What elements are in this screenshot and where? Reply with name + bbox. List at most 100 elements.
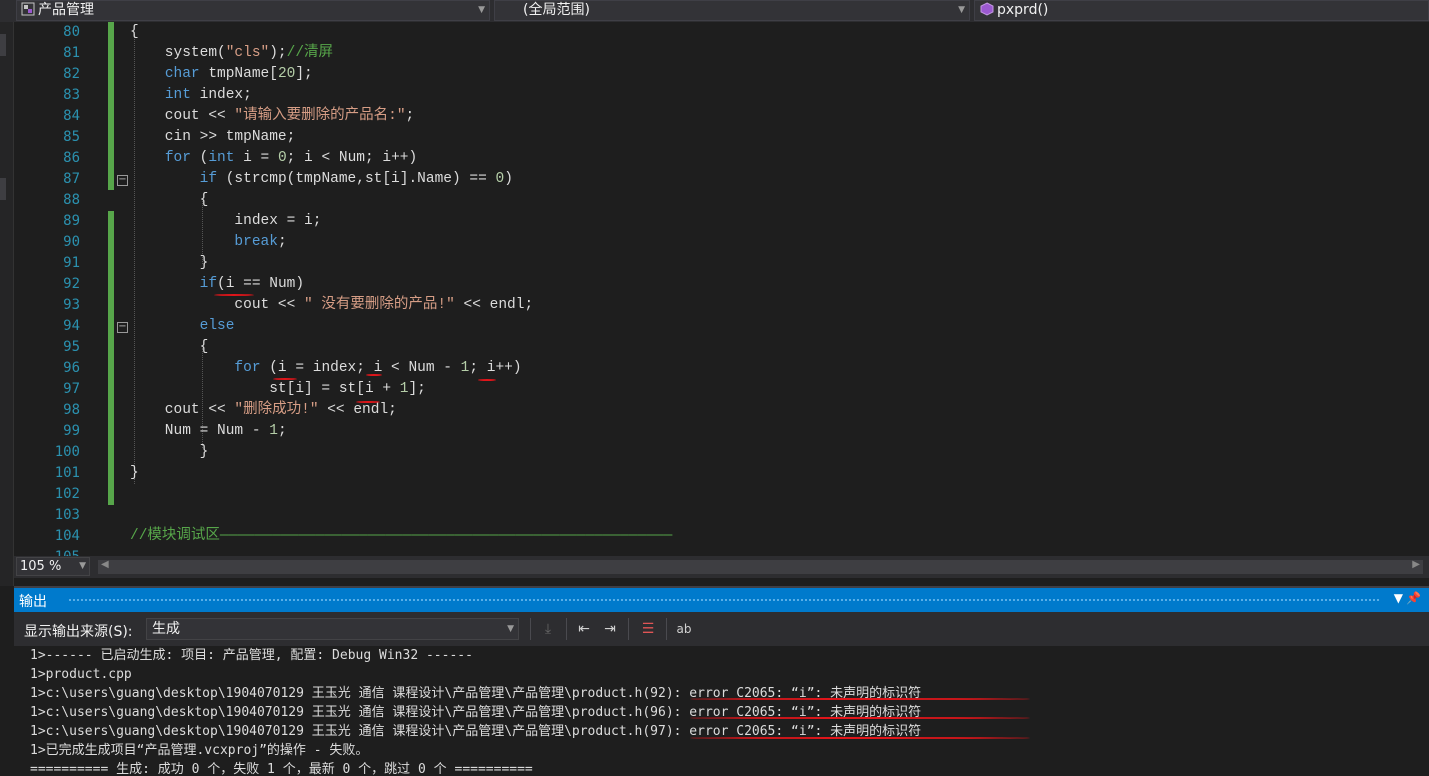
line-number: 86	[63, 150, 80, 166]
code-line[interactable]: 84 cout << "请输入要删除的产品名:";	[14, 106, 1429, 127]
zoom-value: 105 %	[20, 559, 62, 574]
code-text: }	[130, 444, 209, 460]
line-number: 81	[63, 45, 80, 61]
red-underline-mark	[366, 374, 382, 376]
code-line[interactable]: 83 int index;	[14, 85, 1429, 106]
red-underline-mark	[690, 717, 1030, 719]
pin-icon[interactable]: 📌	[1406, 591, 1421, 605]
chevron-down-icon: ▼	[478, 5, 485, 15]
output-line: 1>c:\users\guang\desktop\1904070129 王玉光 …	[30, 686, 922, 701]
code-line[interactable]: 103	[14, 505, 1429, 526]
code-line[interactable]: 80 {	[14, 22, 1429, 43]
scope-name: (全局范围)	[523, 2, 590, 18]
project-name: 产品管理	[38, 2, 94, 18]
line-number: 88	[63, 192, 80, 208]
code-text: if(i == Num)	[199, 276, 305, 292]
code-line[interactable]: 101}	[14, 463, 1429, 484]
code-line[interactable]: 92 if(i == Num)	[14, 274, 1429, 295]
code-text: char tmpName[20];	[164, 66, 313, 82]
previous-message-icon[interactable]: ⇤	[575, 620, 593, 638]
line-number: 80	[63, 24, 80, 40]
output-source-value: 生成	[152, 621, 180, 637]
code-text: }	[130, 465, 139, 481]
zoom-dropdown[interactable]: 105 % ▼	[16, 557, 90, 576]
output-text-area[interactable]: 1>------ 已启动生成: 项目: 产品管理, 配置: Debug Win3…	[14, 646, 1429, 776]
clear-all-icon[interactable]: ☰	[639, 620, 657, 638]
code-line[interactable]: 99 Num = Num - 1;	[14, 421, 1429, 442]
chevron-down-icon: ▼	[958, 5, 965, 15]
red-underline-mark	[690, 737, 1030, 739]
code-text: {	[130, 24, 139, 40]
chevron-down-icon[interactable]: ▼	[507, 619, 514, 639]
line-number: 104	[54, 528, 80, 544]
output-line: 1>c:\users\guang\desktop\1904070129 王玉光 …	[30, 705, 922, 720]
line-number: 90	[63, 234, 80, 250]
output-line: 1>product.cpp	[30, 667, 132, 682]
member-dropdown[interactable]: pxprd()	[974, 0, 1429, 21]
line-number: 98	[63, 402, 80, 418]
line-number: 85	[63, 129, 80, 145]
code-line[interactable]: 105	[14, 547, 1429, 556]
output-line: ========== 生成: 成功 0 个，失败 1 个，最新 0 个，跳过 0…	[30, 762, 533, 776]
code-line[interactable]: 102	[14, 484, 1429, 505]
panel-menu-icon[interactable]: ▼	[1394, 591, 1403, 605]
member-name: pxprd()	[997, 2, 1049, 18]
code-text: //模块调试区—————————————————————————————————…	[130, 528, 673, 544]
red-underline-mark	[273, 378, 297, 380]
scroll-left-icon[interactable]: ◀	[101, 559, 109, 570]
output-line: 1>------ 已启动生成: 项目: 产品管理, 配置: Debug Win3…	[30, 648, 473, 663]
code-text: }	[130, 255, 209, 271]
code-text: cin >> tmpName;	[130, 129, 296, 145]
red-underline-mark	[356, 401, 380, 403]
line-number: 105	[14, 547, 80, 556]
code-line[interactable]: 90 break;	[14, 232, 1429, 253]
horizontal-scrollbar[interactable]: ◀ ▶	[98, 559, 1423, 574]
code-text: st[i] = st[i + 1];	[130, 381, 426, 397]
word-wrap-icon[interactable]: ab	[675, 620, 693, 638]
scroll-right-icon[interactable]: ▶	[1412, 559, 1420, 570]
code-line[interactable]: 96 for (i = index; i < Num - 1; i++)	[14, 358, 1429, 379]
line-number: 96	[63, 360, 80, 376]
code-editor[interactable]: 80{81 system("cls");//清屏 82 char tmpName[…	[14, 22, 1429, 556]
code-line[interactable]: 94 else	[14, 316, 1429, 337]
red-underline-mark	[690, 698, 1030, 700]
line-number: 101	[54, 465, 80, 481]
code-line[interactable]: 100 }	[14, 442, 1429, 463]
line-number: 95	[63, 339, 80, 355]
line-number: 97	[63, 381, 80, 397]
output-panel-title: 输出	[19, 594, 47, 610]
line-number: 103	[54, 507, 80, 523]
code-line[interactable]: 91 }	[14, 253, 1429, 274]
fold-toggle-94[interactable]: −	[117, 322, 128, 333]
code-text: else	[199, 318, 235, 334]
left-toolbox-strip	[0, 22, 14, 586]
code-line[interactable]: 87 if (strcmp(tmpName,st[i].Name) == 0)	[14, 169, 1429, 190]
code-line[interactable]: 104 //模块调试区——————————————————————————————…	[14, 526, 1429, 547]
code-line[interactable]: 82 char tmpName[20];	[14, 64, 1429, 85]
code-line[interactable]: 95 {	[14, 337, 1429, 358]
code-line[interactable]: 93 cout << " 没有要删除的产品!" << endl;	[14, 295, 1429, 316]
code-text: for (i = index; i < Num - 1; i++)	[234, 360, 522, 376]
code-line[interactable]: 88 {	[14, 190, 1429, 211]
line-number: 84	[63, 108, 80, 124]
code-line[interactable]: 85 cin >> tmpName;	[14, 127, 1429, 148]
scope-dropdown[interactable]: (全局范围) ▼	[494, 0, 970, 21]
line-number: 87	[63, 171, 80, 187]
output-source-dropdown[interactable]: 生成 ▼	[146, 618, 519, 640]
next-message-icon[interactable]: ⇥	[601, 620, 619, 638]
code-line[interactable]: 97 st[i] = st[i + 1];	[14, 379, 1429, 400]
code-line[interactable]: 98 cout << "删除成功!" << endl;	[14, 400, 1429, 421]
code-text: {	[130, 339, 209, 355]
find-message-icon[interactable]: ⤓	[539, 620, 557, 638]
line-number: 94	[63, 318, 80, 334]
code-text: system("cls");//清屏	[130, 45, 334, 61]
code-line[interactable]: 86 for (int i = 0; i < Num; i++)	[14, 148, 1429, 169]
fold-toggle-87[interactable]: −	[117, 175, 128, 186]
project-dropdown[interactable]: 产品管理 ▼	[16, 0, 490, 21]
code-line[interactable]: 89 index = i;	[14, 211, 1429, 232]
line-number: 91	[63, 255, 80, 271]
code-text: for (int i = 0; i < Num; i++)	[164, 150, 418, 166]
output-line: 1>已完成生成项目“产品管理.vcxproj”的操作 - 失败。	[30, 743, 369, 758]
output-source-label: 显示输出来源(S):	[24, 624, 133, 640]
code-line[interactable]: 81 system("cls");//清屏	[14, 43, 1429, 64]
